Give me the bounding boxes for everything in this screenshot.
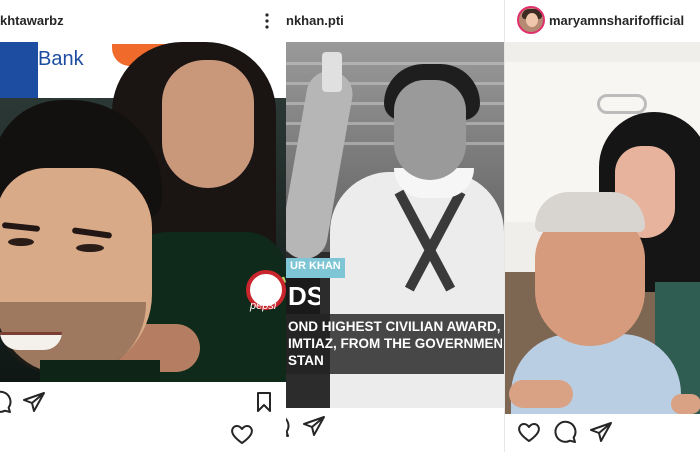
caption-line: IMTIAZ, FROM THE GOVERNMEN (288, 336, 502, 351)
caption-ribbon: UR KHAN (286, 258, 345, 278)
balcony-rail (286, 62, 504, 65)
bookmark-icon[interactable] (252, 390, 276, 414)
bank-logo-block (0, 42, 38, 98)
post-photo[interactable] (505, 42, 700, 414)
caption-ribbon-large: DS (286, 278, 320, 314)
paper-plane-icon[interactable] (302, 414, 326, 438)
man-hair (535, 192, 645, 232)
bank-banner-text: Bank (38, 48, 84, 70)
avatar[interactable] (517, 6, 545, 34)
post-card-maryamnsharifofficial: maryamnsharifofficial (504, 0, 700, 452)
photo-caption-box: OND HIGHEST CIVILIAN AWARD, IMTIAZ, FROM… (286, 314, 504, 374)
post-actions-secondary (0, 416, 286, 452)
man-smile (0, 332, 62, 350)
heart-icon[interactable] (517, 420, 541, 444)
comment-icon[interactable] (286, 414, 290, 438)
pepsi-logo-text: pepsi (250, 300, 277, 312)
post-username[interactable]: khtawarbz (0, 13, 64, 28)
post-header: nkhan.pti (286, 0, 504, 42)
man-collar (40, 360, 160, 382)
man-eye (76, 244, 104, 252)
post-actions (286, 408, 504, 444)
paper-plane-icon[interactable] (589, 420, 613, 444)
man-eye (8, 238, 34, 246)
post-username[interactable]: nkhan.pti (286, 13, 344, 28)
post-header: khtawarbz (0, 0, 286, 42)
heart-icon[interactable] (230, 422, 254, 446)
post-header: maryamnsharifofficial (505, 0, 700, 42)
post-photo[interactable]: UR KHAN DS OND HIGHEST CIVILIAN AWARD, I… (286, 42, 504, 408)
paper-plane-icon[interactable] (22, 390, 46, 414)
woman-face (162, 60, 254, 188)
sunglasses-icon (597, 94, 647, 114)
held-trophy (322, 52, 342, 92)
post-username[interactable]: maryamnsharifofficial (549, 13, 684, 28)
man-hand (509, 380, 573, 408)
comment-icon[interactable] (553, 420, 577, 444)
post-card-khtawarbz: khtawarbz Bank pepsi (0, 0, 286, 452)
comment-icon[interactable] (0, 390, 12, 414)
caption-line: OND HIGHEST CIVILIAN AWARD, (288, 319, 501, 334)
post-photo[interactable]: Bank pepsi (0, 42, 286, 382)
woman-hand (671, 394, 700, 414)
player-face (394, 80, 466, 180)
post-actions (0, 384, 286, 420)
caption-line: STAN (288, 353, 324, 368)
post-actions (505, 414, 700, 450)
more-vertical-icon[interactable] (264, 12, 270, 30)
avatar-face (526, 13, 538, 27)
post-card-nkhan-pti: nkhan.pti UR KHAN DS OND HIGHEST CIVILIA… (286, 0, 504, 452)
